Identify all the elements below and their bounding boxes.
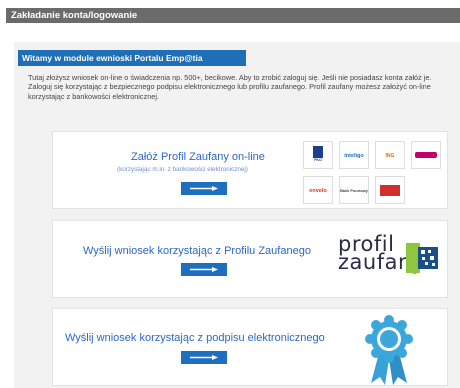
award-rosette-icon xyxy=(365,315,413,385)
page-header: Zakładanie konta/logowanie xyxy=(6,8,460,23)
qr-icon xyxy=(406,243,438,273)
profil-zaufany-title: Wyślij wniosek korzystając z Profilu Zau… xyxy=(83,245,311,257)
bank-logo-pocztowy[interactable]: Bank Pocztowy xyxy=(339,176,369,204)
profil-zaufany-button[interactable] xyxy=(181,263,227,276)
arrow-right-icon xyxy=(190,355,218,360)
e-signature-card: Wyślij wniosek korzystając z podpisu ele… xyxy=(52,308,448,386)
bank-logos: PKO inteligo ING envelo Bank Pocztowy xyxy=(303,138,443,206)
arrow-right-icon xyxy=(190,267,218,272)
create-profile-button[interactable] xyxy=(181,182,227,195)
profil-zaufany-logo-text: profil zaufany xyxy=(338,232,425,274)
e-signature-button[interactable] xyxy=(181,351,227,364)
profil-zaufany-logo: profil zaufany xyxy=(338,229,438,287)
bank-logo-pko[interactable]: PKO xyxy=(303,141,333,169)
profil-zaufany-card: Wyślij wniosek korzystając z Profilu Zau… xyxy=(52,220,448,298)
intro-text: Tutaj złożysz wniosek on-line o świadcze… xyxy=(28,73,432,101)
bank-logo-inteligo[interactable]: inteligo xyxy=(339,141,369,169)
bank-logo-mbank[interactable] xyxy=(375,176,405,204)
e-signature-title: Wyślij wniosek korzystając z podpisu ele… xyxy=(65,332,325,344)
welcome-banner: Witamy w module ewnioski Portalu Emp@tia xyxy=(18,50,246,66)
bank-logo-ing[interactable]: ING xyxy=(375,141,405,169)
create-profile-card: Załóż Profil Zaufany on-line (korzystają… xyxy=(52,131,448,209)
bank-logo-envelo[interactable]: envelo xyxy=(303,176,333,204)
bank-logo-millennium[interactable] xyxy=(411,141,441,169)
create-profile-title: Załóż Profil Zaufany on-line xyxy=(131,151,265,163)
create-profile-subtitle: (korzystając m.in. z bankowości elektron… xyxy=(117,166,248,173)
arrow-right-icon xyxy=(190,186,218,191)
